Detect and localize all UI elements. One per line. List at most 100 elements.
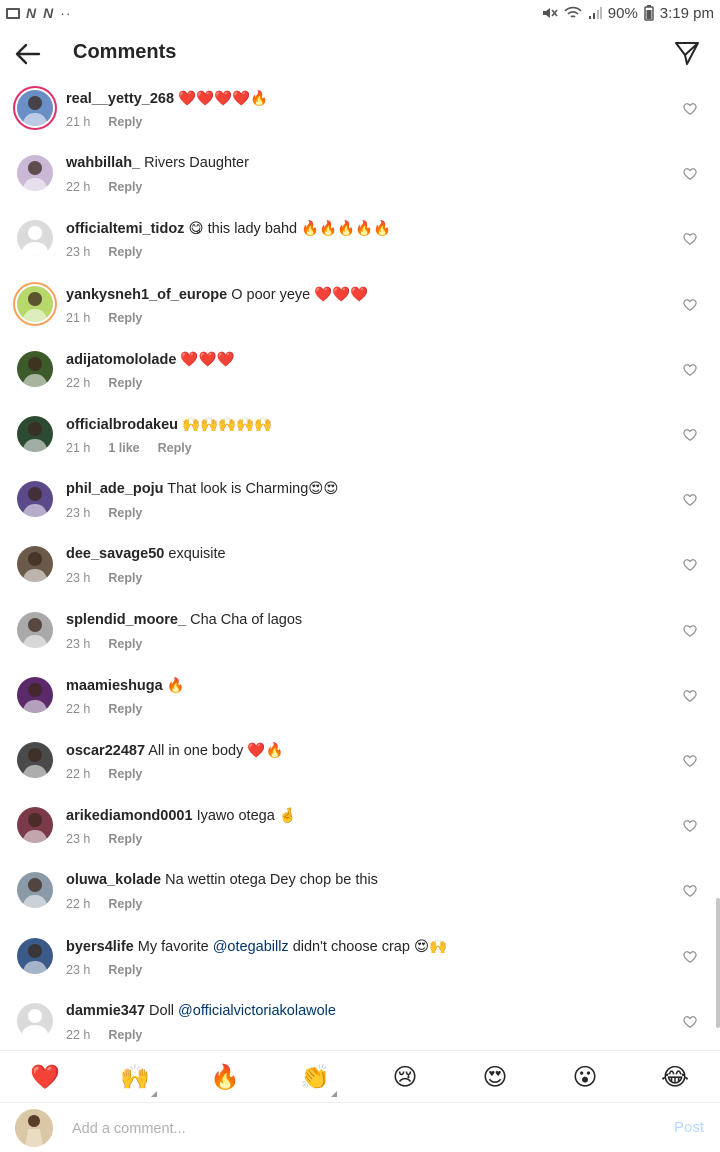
avatar-image — [17, 546, 53, 583]
avatar[interactable] — [15, 544, 55, 584]
comment-row[interactable]: byers4life My favorite @otegabillz didn'… — [0, 934, 720, 999]
comment-username[interactable]: oscar22487 — [66, 743, 145, 759]
comment-text: yankysneh1_of_europe O poor yeye ❤️❤️❤️ — [66, 286, 368, 303]
comment-username[interactable]: splendid_moore_ — [66, 612, 186, 628]
like-heart-icon[interactable] — [683, 363, 697, 377]
comment-row[interactable]: dammie347 Doll @officialvictoriakolawole… — [0, 999, 720, 1050]
comment-username[interactable]: real__yetty_268 — [66, 91, 174, 107]
comment-body: didn't choose crap 😍🙌 — [288, 938, 448, 955]
surprised-emoji[interactable]: 😮 — [561, 1063, 609, 1091]
reply-button[interactable]: Reply — [108, 245, 142, 259]
comment-username[interactable]: officialbrodakeu — [66, 417, 178, 433]
reply-button[interactable]: Reply — [108, 897, 142, 911]
reply-button[interactable]: Reply — [108, 963, 142, 977]
crying-emoji[interactable]: 😢 — [381, 1063, 429, 1091]
avatar[interactable] — [15, 610, 55, 650]
comment-username[interactable]: byers4life — [66, 939, 134, 955]
comment-text: dee_savage50 exquisite — [66, 546, 226, 562]
comment-time: 21 h — [66, 310, 91, 325]
comment-row[interactable]: real__yetty_268 ❤️❤️❤️❤️🔥 21 h Reply — [0, 86, 720, 151]
reply-button[interactable]: Reply — [108, 115, 142, 129]
comment-username[interactable]: wahbillah_ — [66, 155, 140, 171]
like-heart-icon[interactable] — [683, 167, 697, 181]
comment-username[interactable]: officialtemi_tidoz — [66, 221, 184, 237]
reply-button[interactable]: Reply — [108, 637, 142, 651]
avatar[interactable] — [15, 349, 55, 389]
heart-emoji[interactable]: ❤️ — [21, 1063, 69, 1091]
mention-link[interactable]: @otegabillz — [213, 939, 289, 955]
like-heart-icon[interactable] — [683, 102, 697, 116]
like-count[interactable]: 1 like — [108, 441, 139, 455]
reply-button[interactable]: Reply — [108, 571, 142, 585]
back-arrow-icon[interactable] — [14, 40, 42, 68]
avatar[interactable] — [15, 284, 55, 324]
avatar[interactable] — [15, 153, 55, 193]
avatar[interactable] — [15, 675, 55, 715]
comment-row[interactable]: adijatomololade ❤️❤️❤️ 22 h Reply — [0, 347, 720, 412]
post-button[interactable]: Post — [674, 1119, 704, 1136]
comment-username[interactable]: oluwa_kolade — [66, 872, 161, 888]
comment-row[interactable]: arikediamond0001 Iyawo otega 🤞 23 h Reply — [0, 803, 720, 868]
comment-row[interactable]: maamieshuga 🔥 22 h Reply — [0, 673, 720, 738]
reply-button[interactable]: Reply — [108, 767, 142, 781]
comment-meta: 22 h Reply — [66, 180, 142, 194]
reply-button[interactable]: Reply — [108, 311, 142, 325]
comment-body: 🙌🙌🙌🙌🙌 — [182, 417, 273, 433]
reply-button[interactable]: Reply — [108, 832, 142, 846]
fire-emoji-glyph: 🔥 — [210, 1062, 240, 1091]
like-heart-icon[interactable] — [683, 1015, 697, 1029]
comment-input[interactable] — [72, 1116, 632, 1142]
comment-username[interactable]: maamieshuga — [66, 678, 163, 694]
comment-username[interactable]: phil_ade_poju — [66, 481, 164, 497]
avatar[interactable] — [15, 218, 55, 258]
laughing-emoji[interactable]: 😂 — [651, 1063, 699, 1091]
reply-button[interactable]: Reply — [108, 506, 142, 520]
comment-row[interactable]: splendid_moore_ Cha Cha of lagos 23 h Repl… — [0, 608, 720, 673]
avatar[interactable] — [15, 805, 55, 845]
comment-username[interactable]: yankysneh1_of_europe — [66, 287, 227, 303]
heart-eyes-emoji[interactable]: 😍 — [471, 1063, 519, 1091]
raised-hands-emoji[interactable]: 🙌 — [111, 1063, 159, 1097]
reply-button[interactable]: Reply — [108, 1028, 142, 1042]
comment-username[interactable]: dee_savage50 — [66, 546, 164, 562]
avatar[interactable] — [15, 88, 55, 128]
avatar[interactable] — [15, 479, 55, 519]
comment-row[interactable]: yankysneh1_of_europe O poor yeye ❤️❤️❤️ 2… — [0, 282, 720, 347]
avatar[interactable] — [15, 414, 55, 454]
like-heart-icon[interactable] — [683, 884, 697, 898]
fire-emoji[interactable]: 🔥 — [201, 1063, 249, 1091]
reply-button[interactable]: Reply — [158, 441, 192, 455]
direct-share-icon[interactable] — [674, 40, 700, 66]
comment-row[interactable]: oscar22487 All in one body ❤️🔥 22 h Reply — [0, 738, 720, 803]
like-heart-icon[interactable] — [683, 819, 697, 833]
avatar[interactable] — [15, 740, 55, 780]
comment-row[interactable]: oluwa_kolade Na wettin otega Dey chop be… — [0, 868, 720, 933]
scrollbar[interactable] — [716, 898, 720, 1028]
like-heart-icon[interactable] — [683, 232, 697, 246]
like-heart-icon[interactable] — [683, 689, 697, 703]
avatar[interactable] — [15, 936, 55, 976]
comment-username[interactable]: adijatomololade — [66, 352, 176, 368]
comments-list[interactable]: real__yetty_268 ❤️❤️❤️❤️🔥 21 h Reply wahbil… — [0, 82, 720, 1050]
comment-row[interactable]: officialtemi_tidoz 😋 this lady bahd 🔥🔥🔥🔥… — [0, 216, 720, 281]
comment-row[interactable]: officialbrodakeu 🙌🙌🙌🙌🙌 21 h 1 like Reply — [0, 412, 720, 477]
like-heart-icon[interactable] — [683, 298, 697, 312]
comment-username[interactable]: arikediamond0001 — [66, 808, 193, 824]
like-heart-icon[interactable] — [683, 493, 697, 507]
mention-link[interactable]: @officialvictoriakolawole — [178, 1003, 336, 1019]
comment-row[interactable]: wahbillah_ Rivers Daughter 22 h Reply — [0, 151, 720, 216]
avatar[interactable] — [15, 1001, 55, 1041]
avatar[interactable] — [15, 870, 55, 910]
like-heart-icon[interactable] — [683, 558, 697, 572]
clapping-emoji[interactable]: 👏 — [291, 1063, 339, 1097]
reply-button[interactable]: Reply — [108, 702, 142, 716]
comment-username[interactable]: dammie347 — [66, 1003, 145, 1019]
comment-row[interactable]: dee_savage50 exquisite 23 h Reply — [0, 542, 720, 607]
reply-button[interactable]: Reply — [108, 180, 142, 194]
like-heart-icon[interactable] — [683, 950, 697, 964]
reply-button[interactable]: Reply — [108, 376, 142, 390]
like-heart-icon[interactable] — [683, 624, 697, 638]
comment-row[interactable]: phil_ade_poju That look is Charming😍😍 23 … — [0, 477, 720, 542]
like-heart-icon[interactable] — [683, 754, 697, 768]
like-heart-icon[interactable] — [683, 428, 697, 442]
